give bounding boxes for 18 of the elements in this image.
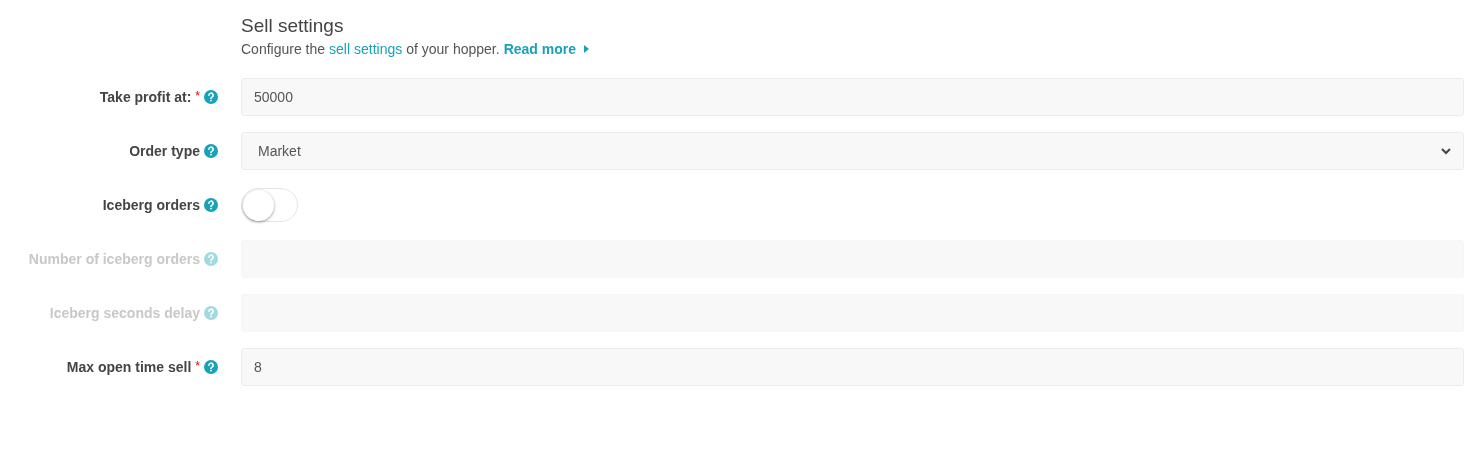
- caret-right-icon: [584, 45, 589, 53]
- field-label: Iceberg orders: [102, 195, 200, 215]
- select-field[interactable]: Market: [241, 132, 1464, 170]
- input-field[interactable]: 50000: [241, 78, 1464, 116]
- field-label: Take profit at:: [99, 87, 192, 107]
- section-title: Sell settings: [241, 14, 345, 38]
- help-icon[interactable]: [204, 360, 218, 374]
- field-label: Order type: [129, 141, 200, 161]
- required-marker: *: [195, 87, 200, 105]
- help-icon[interactable]: [204, 198, 218, 212]
- field-label: Max open time sell: [66, 357, 192, 377]
- section-description: Configure the sell settings of your hopper. Read more: [241, 39, 1484, 59]
- help-icon[interactable]: [204, 90, 218, 104]
- required-marker: *: [195, 357, 200, 375]
- help-icon[interactable]: [204, 144, 218, 158]
- input-field[interactable]: 8: [241, 348, 1464, 386]
- toggle-switch[interactable]: [241, 188, 298, 222]
- chevron-down-icon: [1441, 147, 1451, 155]
